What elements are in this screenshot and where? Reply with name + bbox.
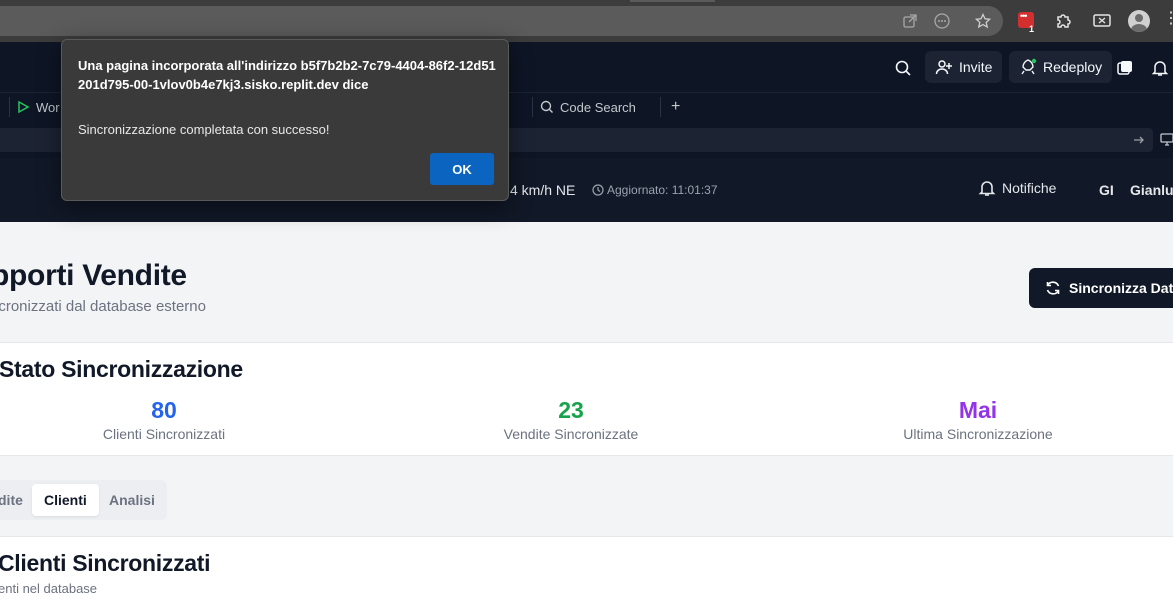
tab-analysis[interactable]: Analisi	[97, 484, 167, 516]
extension-badge: 1	[1029, 24, 1035, 34]
clients-subtitle: enti nel database	[0, 581, 98, 596]
sync-status-title: Stato Sincronizzazione	[0, 356, 243, 382]
stat-label: Ultima Sincronizzazione	[903, 426, 1053, 442]
stat-clients: 80 Clienti Sincronizzati	[14, 396, 314, 442]
tab-workflows-label: Wor	[36, 99, 60, 115]
open-in-new-icon[interactable]	[902, 13, 918, 29]
dialog-message: Sincronizzazione completata con successo…	[78, 122, 330, 137]
tab-divider	[660, 97, 661, 117]
browser-toolbar: 1 ⋮	[0, 0, 1173, 42]
address-bar[interactable]	[0, 6, 1003, 36]
new-tab-label: +	[671, 98, 681, 115]
stat-label: Clienti Sincronizzati	[102, 426, 226, 442]
stat-value: 23	[558, 397, 584, 423]
tab-code-search[interactable]: Code Search	[540, 93, 636, 121]
alert-dialog: Una pagina incorporata all'indirizzo b5f…	[61, 39, 509, 201]
star-icon[interactable]	[975, 13, 991, 29]
report-tabs: dite Clienti Analisi	[0, 480, 167, 520]
sync-status-card: Stato Sincronizzazione 80 Clienti Sincro…	[0, 342, 1173, 456]
user-avatar[interactable]: GI	[1099, 182, 1114, 198]
stat-value: 80	[151, 397, 177, 423]
user-plus-icon	[935, 60, 952, 75]
refresh-icon	[1046, 281, 1060, 295]
tab-code-search-label: Code Search	[560, 99, 636, 115]
search-icon[interactable]	[894, 59, 912, 77]
bell-icon[interactable]	[1151, 59, 1169, 77]
clock-icon	[592, 184, 604, 196]
tab-clients[interactable]: Clienti	[32, 484, 99, 516]
invite-label: Invite	[959, 59, 993, 75]
stat-last-sync: Mai Ultima Sincronizzazione	[828, 396, 1128, 442]
sync-data-label: Sincronizza Dati	[1069, 280, 1173, 296]
arrow-right-icon[interactable]	[1133, 134, 1145, 146]
notifications-button[interactable]: Notifiche	[978, 179, 1056, 197]
screen-share-icon[interactable]	[1091, 10, 1113, 32]
last-updated: Aggiornato: 11:01:37	[607, 183, 718, 197]
tab-strip-edge	[630, 0, 715, 2]
redeploy-label: Redeploy	[1043, 59, 1103, 75]
more-circle-icon[interactable]	[934, 13, 950, 29]
stat-sales: 23 Vendite Sincronizzate	[421, 396, 721, 442]
redeploy-button[interactable]: Redeploy	[1009, 51, 1113, 83]
tab-sales[interactable]: dite	[0, 484, 27, 516]
tab-divider	[532, 97, 533, 117]
clients-title: Clienti Sincronizzati	[0, 550, 211, 576]
clients-card: Clienti Sincronizzati enti nel database	[0, 536, 1173, 604]
play-icon	[18, 100, 30, 114]
page-title: pporti Vendite	[0, 259, 187, 292]
search-icon	[540, 100, 553, 113]
puzzle-icon[interactable]	[1052, 10, 1074, 32]
notifications-label: Notifiche	[1002, 180, 1057, 196]
browser-menu-icon[interactable]: ⋮	[1163, 8, 1173, 28]
deploy-settings-icon[interactable]	[1116, 59, 1134, 77]
ok-button[interactable]: OK	[430, 153, 494, 185]
stat-value: Mai	[958, 397, 998, 423]
dialog-title: Una pagina incorporata all'indirizzo b5f…	[78, 58, 496, 92]
stat-label: Vendite Sincronizzate	[503, 426, 639, 442]
tab-workflows[interactable]: Wor	[16, 93, 60, 121]
page-subtitle: ncronizzati dal database esterno	[0, 298, 206, 315]
weather-wind: 4 km/h NE	[510, 182, 576, 198]
sync-data-button[interactable]: Sincronizza Dati	[1029, 268, 1173, 308]
bell-icon	[978, 181, 996, 196]
monitor-icon[interactable]	[1160, 132, 1173, 146]
tab-divider	[9, 97, 10, 117]
new-tab-button[interactable]: +	[671, 93, 680, 121]
invite-button[interactable]: Invite	[925, 51, 1003, 83]
deploy-icon	[1021, 58, 1037, 75]
profile-avatar-icon[interactable]	[1128, 10, 1150, 32]
user-name[interactable]: Gianlui	[1130, 182, 1173, 198]
